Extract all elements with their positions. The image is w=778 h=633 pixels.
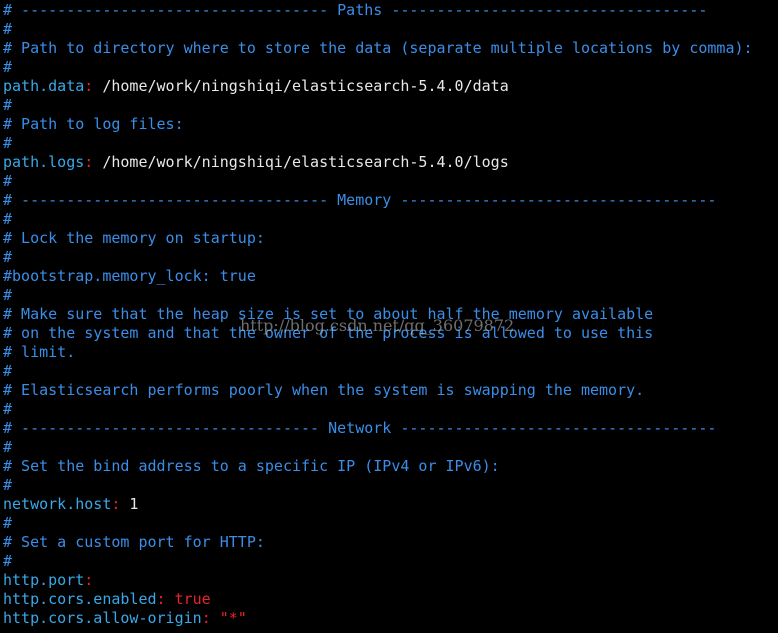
comment-line: #	[3, 286, 778, 305]
comment-line: #bootstrap.memory_lock: true	[3, 267, 778, 286]
comment-line: #	[3, 362, 778, 381]
comment-text: #	[3, 514, 13, 532]
config-setting-line: http.cors.enabled: true	[3, 590, 778, 609]
comment-text: #	[3, 96, 13, 114]
config-setting-line: network.host: 1	[3, 495, 778, 514]
setting-value: true	[165, 590, 211, 608]
comment-text: #	[3, 438, 13, 456]
comment-line: # Set a custom port for HTTP:	[3, 533, 778, 552]
comment-text: #	[3, 210, 13, 228]
setting-key: network.host	[3, 495, 112, 513]
comment-line: #	[3, 134, 778, 153]
comment-text: #	[3, 400, 13, 418]
comment-text: #	[3, 552, 13, 570]
setting-colon: :	[201, 609, 211, 627]
comment-text: #	[3, 20, 13, 38]
comment-line: #	[3, 248, 778, 267]
setting-colon: :	[84, 153, 94, 171]
comment-text: # on the system and that the owner of th…	[3, 324, 654, 342]
comment-text: # Make sure that the heap size is set to…	[3, 305, 654, 323]
config-setting-line: http.port:	[3, 571, 778, 590]
comment-line: # Lock the memory on startup:	[3, 229, 778, 248]
comment-line: # on the system and that the owner of th…	[3, 324, 778, 343]
setting-value: "*"	[210, 609, 247, 627]
comment-line: # Path to directory where to store the d…	[3, 39, 778, 58]
setting-colon: :	[84, 571, 94, 589]
comment-line: # ---------------------------------- Pat…	[3, 1, 778, 20]
comment-text: #	[3, 362, 13, 380]
comment-line: #	[3, 210, 778, 229]
comment-text: #	[3, 476, 13, 494]
comment-text: # limit.	[3, 343, 76, 361]
comment-text: # Set the bind address to a specific IP …	[3, 457, 500, 475]
setting-colon: :	[156, 590, 166, 608]
comment-line: #	[3, 476, 778, 495]
comment-line: # Make sure that the heap size is set to…	[3, 305, 778, 324]
comment-line: # ---------------------------------- Mem…	[3, 191, 778, 210]
setting-value: /home/work/ningshiqi/elasticsearch-5.4.0…	[93, 153, 509, 171]
comment-text: # Path to log files:	[3, 115, 184, 133]
comment-text: # ---------------------------------- Mem…	[3, 191, 717, 209]
comment-line: #	[3, 514, 778, 533]
comment-text: # Path to directory where to store the d…	[3, 39, 753, 57]
setting-value: /home/work/ningshiqi/elasticsearch-5.4.0…	[93, 77, 509, 95]
setting-key: path.data	[3, 77, 85, 95]
comment-text: # Lock the memory on startup:	[3, 229, 265, 247]
comment-text: #bootstrap.memory_lock: true	[3, 267, 256, 285]
comment-line: # --------------------------------- Netw…	[3, 419, 778, 438]
comment-text: # ---------------------------------- Pat…	[3, 1, 708, 19]
comment-line: #	[3, 172, 778, 191]
comment-line: #	[3, 400, 778, 419]
config-setting-line: path.logs: /home/work/ningshiqi/elastics…	[3, 153, 778, 172]
setting-key: http.cors.allow-origin	[3, 609, 202, 627]
comment-line: #	[3, 96, 778, 115]
comment-text: # Elasticsearch performs poorly when the…	[3, 381, 645, 399]
setting-value: 1	[120, 495, 139, 513]
comment-line: # Set the bind address to a specific IP …	[3, 457, 778, 476]
comment-line: #	[3, 552, 778, 571]
comment-line: #	[3, 438, 778, 457]
config-setting-line: path.data: /home/work/ningshiqi/elastics…	[3, 77, 778, 96]
comment-text: #	[3, 286, 13, 304]
comment-text: #	[3, 172, 13, 190]
comment-text: #	[3, 134, 13, 152]
comment-text: # --------------------------------- Netw…	[3, 419, 717, 437]
comment-line: # Elasticsearch performs poorly when the…	[3, 381, 778, 400]
setting-key: path.logs	[3, 153, 85, 171]
comment-line: #	[3, 20, 778, 39]
terminal-editor[interactable]: # ---------------------------------- Pat…	[3, 1, 778, 633]
comment-text: # Set a custom port for HTTP:	[3, 533, 265, 551]
comment-line: # Path to log files:	[3, 115, 778, 134]
comment-line: #	[3, 58, 778, 77]
comment-text: #	[3, 248, 13, 266]
setting-colon: :	[84, 77, 94, 95]
comment-line: # limit.	[3, 343, 778, 362]
config-setting-line: http.cors.allow-origin: "*"	[3, 609, 778, 628]
setting-key: http.cors.enabled	[3, 590, 157, 608]
setting-key: http.port	[3, 571, 85, 589]
comment-text: #	[3, 58, 13, 76]
